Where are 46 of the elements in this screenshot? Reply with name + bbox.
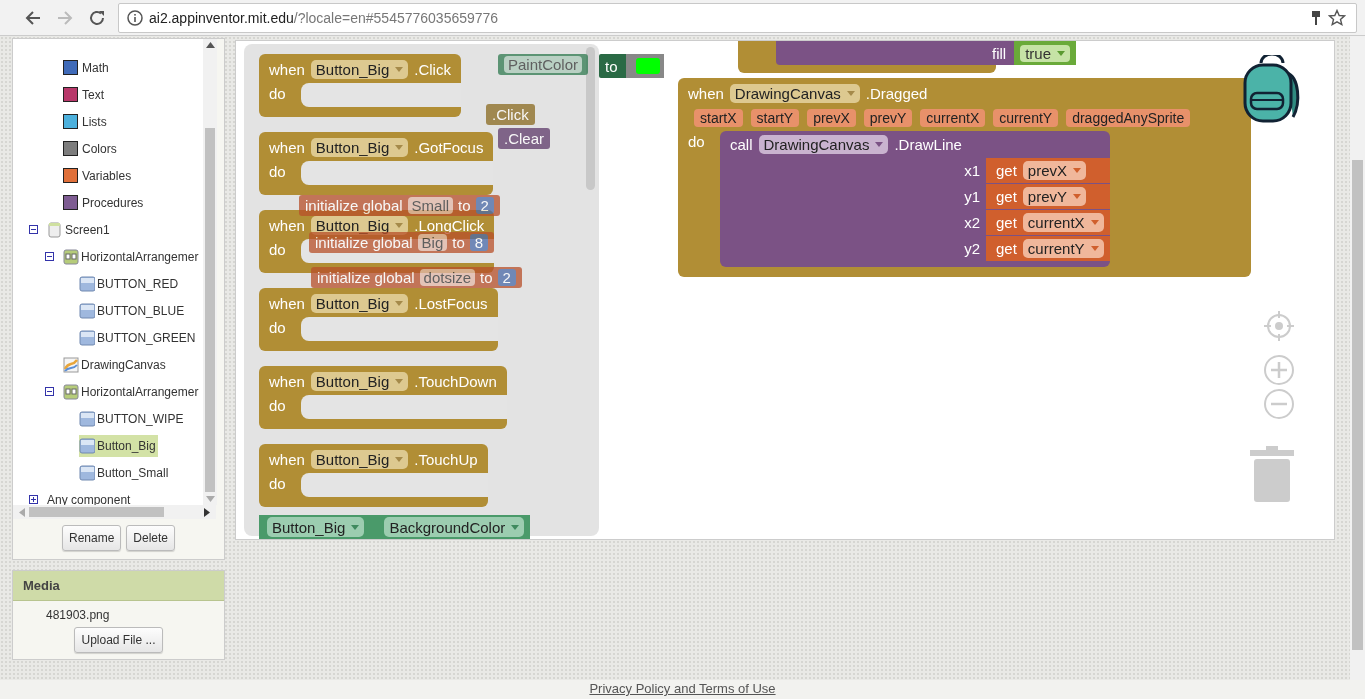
block-keyword: initialize global [315,234,413,251]
event-name: .Dragged [865,84,928,102]
block-keyword: when [269,372,305,390]
variable-name: Small [407,197,454,214]
property-name: PaintColor [504,56,583,73]
block-keyword: do [268,84,287,104]
block-keyword: get [996,161,1017,179]
block-keyword: when [269,450,305,468]
variable-name: Big [417,234,448,251]
block-keyword: when [688,84,724,102]
event-name: .LongClick [414,216,485,234]
event-name: .GotFocus [414,138,484,156]
block-keyword: call [730,135,753,153]
block-keyword: when [269,138,305,156]
event-name: .Click [492,106,529,123]
block-keyword: get [996,239,1017,257]
event-name: .LostFocus [414,294,488,312]
argument-label: x1 [964,161,980,179]
block-keyword: do [268,396,287,416]
block-keyword: when [269,60,305,78]
argument-label: y1 [964,187,980,205]
method-name: .Clear [504,130,544,147]
method-name: .DrawLine [894,135,962,153]
block-keyword: do [268,474,287,494]
number-value: 2 [497,269,516,286]
block-keyword: to [605,57,618,75]
argument-label: x2 [964,213,980,231]
number-value: 2 [475,197,494,214]
block-keyword: get [996,213,1017,231]
variable-name: dotsize [419,269,476,286]
event-name: .TouchUp [414,450,478,468]
url-text: ai2.appinventor.mit.edu/?locale=en#5545776035659776 [149,9,499,26]
media-title: Media [13,571,224,601]
block-keyword: do [687,132,706,152]
event-name: .TouchDown [414,372,497,390]
block-keyword: get [996,187,1017,205]
block-keyword: do [268,318,287,338]
argument-label: fill [991,44,1007,62]
block-keyword: when [269,294,305,312]
block-keyword: do [268,162,287,182]
argument-label: y2 [964,239,980,257]
event-name: .Click [414,60,451,78]
block-keyword: when [269,216,305,234]
number-value: 8 [469,234,489,251]
block-keyword: to [452,234,465,251]
block-keyword: do [268,240,287,260]
